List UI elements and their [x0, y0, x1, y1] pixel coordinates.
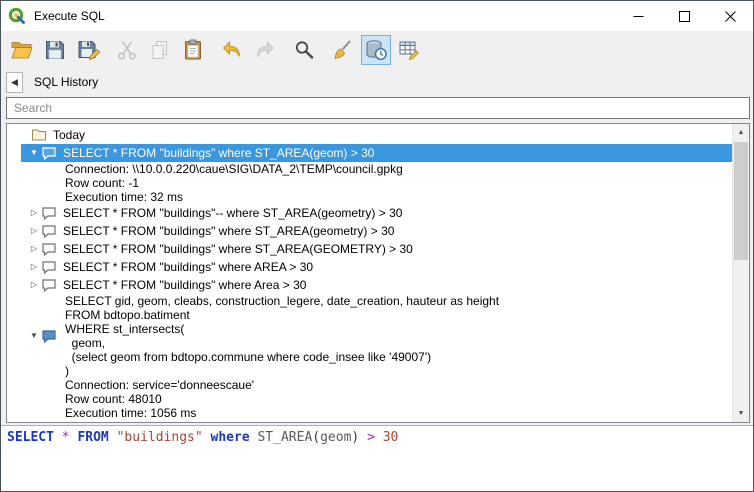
sql-code-line: SELECT * FROM "buildings" where ST_AREA(…: [1, 426, 753, 449]
redo-icon: [253, 38, 277, 62]
minimize-icon: [633, 11, 644, 22]
close-button[interactable]: [707, 1, 753, 31]
sql-text-line: WHERE st_intersects(: [65, 322, 732, 336]
cut-button[interactable]: [112, 35, 142, 65]
history-item-detail[interactable]: Row count: -1: [7, 176, 732, 190]
query-bubble-icon: [41, 259, 57, 275]
paste-icon: [181, 38, 205, 62]
sql-text: SELECT * FROM "buildings"-- where ST_ARE…: [63, 206, 402, 220]
folder-open-icon: [10, 38, 34, 62]
copy-button[interactable]: [145, 35, 175, 65]
history-item-multiline[interactable]: ▼ SELECT gid, geom, cleabs, construction…: [7, 294, 732, 378]
maximize-icon: [679, 11, 690, 22]
toolbar: [1, 31, 753, 69]
history-nav-row: ◀ SQL History: [1, 69, 753, 95]
search-icon: [292, 38, 316, 62]
sql-text: SELECT * FROM "buildings" where ST_AREA(…: [63, 224, 394, 238]
copy-icon: [148, 38, 172, 62]
history-item[interactable]: ▷ SELECT * FROM "buildings" where Area >…: [7, 276, 732, 294]
query-bubble-icon: [41, 145, 57, 161]
history-item-detail[interactable]: Execution time: 1056 ms: [7, 406, 732, 420]
history-item-detail[interactable]: Execution time: 32 ms: [7, 190, 732, 204]
search-input[interactable]: [6, 97, 750, 119]
history-item-detail[interactable]: Connection: \\10.0.0.220\caue\SIG\DATA_2…: [7, 162, 732, 176]
history-item-detail[interactable]: Row count: 48010: [7, 392, 732, 406]
save-button[interactable]: [40, 35, 70, 65]
group-label: Today: [53, 128, 85, 142]
sql-history-tree: Today ▼ SELECT * FROM "buildings" where …: [7, 124, 732, 422]
open-file-button[interactable]: [7, 35, 37, 65]
clear-button[interactable]: [328, 35, 358, 65]
sql-text-line: FROM bdtopo.batiment: [65, 308, 732, 322]
collapsed-arrow-icon[interactable]: ▷: [27, 240, 41, 258]
tree-group-today[interactable]: Today: [7, 126, 732, 144]
history-item-detail[interactable]: Connection: service='donneescaue': [7, 378, 732, 392]
history-item[interactable]: ▷ SELECT * FROM "buildings" where ST_ARE…: [7, 222, 732, 240]
query-bubble-icon: [41, 241, 57, 257]
scissors-icon: [115, 38, 139, 62]
database-history-icon: [364, 38, 388, 62]
sql-text-line: (select geom from bdtopo.commune where c…: [65, 350, 732, 364]
save-as-icon: [76, 38, 100, 62]
tree-scrollbar[interactable]: ▲ ▼: [732, 124, 749, 422]
undo-icon: [220, 38, 244, 62]
collapsed-arrow-icon[interactable]: ▷: [27, 204, 41, 222]
save-as-button[interactable]: [73, 35, 103, 65]
folder-icon: [31, 127, 47, 143]
sql-text: SELECT * FROM "buildings" where ST_AREA(…: [63, 146, 374, 160]
history-item-selected[interactable]: ▼ SELECT * FROM "buildings" where ST_ARE…: [7, 144, 732, 162]
collapsed-arrow-icon[interactable]: ▷: [27, 222, 41, 240]
sql-history-button[interactable]: [361, 35, 391, 65]
sql-text: SELECT * FROM "buildings" where AREA > 3…: [63, 260, 313, 274]
sql-text-line: geom,: [65, 336, 732, 350]
page-title: SQL History: [34, 75, 98, 89]
sql-text: SELECT * FROM "buildings" where Area > 3…: [63, 278, 306, 292]
expanded-arrow-icon[interactable]: ▼: [27, 144, 41, 162]
maximize-button[interactable]: [661, 1, 707, 31]
find-button[interactable]: [289, 35, 319, 65]
scroll-up-icon[interactable]: ▲: [733, 124, 749, 141]
query-bubble-icon: [41, 223, 57, 239]
sql-text-line: ): [65, 364, 732, 378]
collapsed-arrow-icon[interactable]: ▷: [27, 258, 41, 276]
sql-text: SELECT * FROM "buildings" where ST_AREA(…: [63, 242, 413, 256]
execute-query-button[interactable]: [394, 35, 424, 65]
redo-button[interactable]: [250, 35, 280, 65]
window-title: Execute SQL: [34, 9, 105, 23]
sql-text-line: SELECT gid, geom, cleabs, construction_l…: [65, 294, 732, 308]
execute-sql-window: Execute SQL: [0, 0, 754, 492]
history-item[interactable]: ▷ SELECT * FROM "buildings"-- where ST_A…: [7, 204, 732, 222]
back-arrow-icon: ◀: [11, 77, 18, 88]
table-edit-icon: [397, 38, 421, 62]
broom-icon: [331, 38, 355, 62]
query-bubble-icon-blue: [41, 328, 57, 344]
scroll-down-icon[interactable]: ▼: [733, 405, 749, 422]
expanded-arrow-icon[interactable]: ▼: [27, 328, 41, 344]
sql-editor[interactable]: SELECT * FROM "buildings" where ST_AREA(…: [1, 425, 753, 491]
window-controls: [615, 1, 753, 31]
paste-button[interactable]: [178, 35, 208, 65]
minimize-button[interactable]: [615, 1, 661, 31]
query-bubble-icon: [41, 205, 57, 221]
collapsed-arrow-icon[interactable]: ▷: [27, 276, 41, 294]
history-item[interactable]: ▷ SELECT * FROM "buildings" where AREA >…: [7, 258, 732, 276]
qgis-app-icon: [8, 7, 26, 25]
query-bubble-icon: [41, 277, 57, 293]
scrollbar-thumb[interactable]: [734, 142, 748, 260]
history-item[interactable]: ▷ SELECT * FROM "buildings" where ST_ARE…: [7, 240, 732, 258]
back-button[interactable]: ◀: [6, 72, 23, 93]
close-icon: [725, 11, 736, 22]
sql-history-panel: Today ▼ SELECT * FROM "buildings" where …: [6, 123, 750, 423]
save-icon: [43, 38, 67, 62]
titlebar: Execute SQL: [1, 1, 753, 31]
undo-button[interactable]: [217, 35, 247, 65]
